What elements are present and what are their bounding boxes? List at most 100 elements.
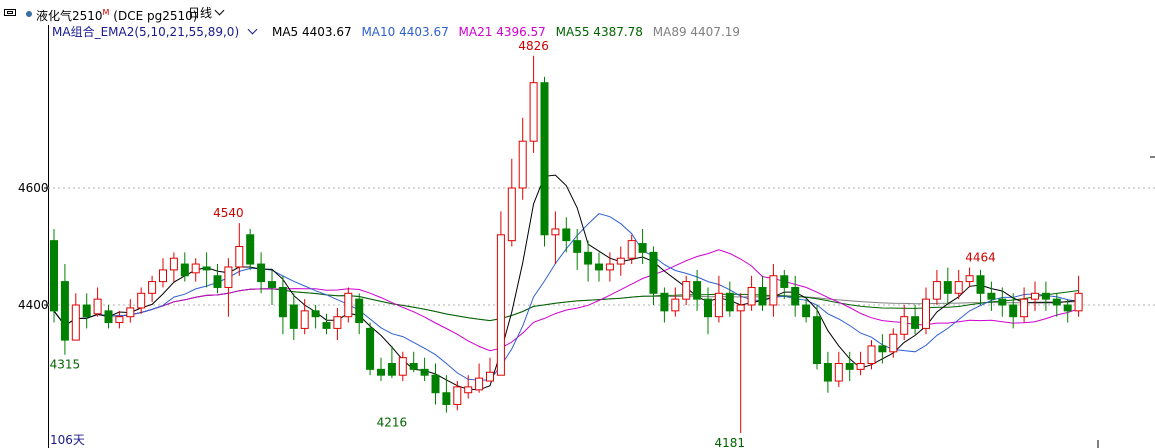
candle-up	[224, 266, 233, 288]
candle-up	[627, 240, 636, 259]
candle-up	[191, 263, 200, 274]
candle-down	[540, 82, 549, 236]
candle-up	[1020, 298, 1029, 318]
candle-down	[366, 327, 375, 370]
candle-up	[736, 304, 745, 312]
candle-down	[213, 275, 222, 288]
candle-up	[475, 377, 484, 391]
candle-up	[682, 281, 691, 300]
candle-down	[268, 281, 276, 288]
candle-up	[954, 281, 963, 294]
candle-up	[671, 298, 680, 312]
candle-up	[605, 263, 614, 271]
candle-up	[333, 316, 342, 329]
candle-down	[976, 275, 985, 294]
candle-up	[126, 307, 135, 318]
candle-down	[180, 263, 189, 277]
candle-down	[50, 240, 58, 312]
candle-up	[453, 386, 462, 405]
candle-up	[71, 304, 80, 341]
candle-up	[464, 386, 473, 394]
candle-down	[1063, 304, 1072, 312]
candle-up	[344, 292, 353, 318]
candle-up	[93, 298, 102, 315]
candle-down	[943, 281, 952, 294]
candle-down	[758, 286, 767, 306]
candle-up	[507, 187, 516, 242]
candle-down	[998, 298, 1007, 306]
candle-down	[322, 322, 331, 329]
high-price-label: 4826	[518, 39, 549, 53]
low-price-label: 4181	[715, 436, 746, 448]
candle-up	[834, 363, 843, 382]
candle-up	[932, 281, 941, 300]
candle-up	[889, 333, 898, 353]
candle-down	[278, 286, 287, 318]
candle-down	[638, 243, 647, 253]
candle-down	[1009, 304, 1018, 318]
candle-down	[693, 281, 702, 300]
candle-up	[714, 292, 723, 318]
high-price-label: 4464	[965, 251, 996, 265]
candle-up	[769, 275, 778, 306]
candle-down	[562, 228, 571, 242]
candle-down	[431, 374, 440, 394]
candle-down	[311, 310, 320, 318]
candle-down	[780, 275, 789, 288]
candle-up	[137, 292, 146, 309]
candle-up	[856, 363, 865, 370]
candle-down	[584, 251, 593, 265]
candle-up	[518, 140, 527, 189]
candle-down	[649, 251, 658, 294]
candle-down	[595, 263, 603, 271]
candle-up	[398, 357, 407, 376]
candle-down	[355, 298, 364, 324]
candle-down	[823, 363, 832, 382]
candle-down	[704, 298, 712, 318]
candle-up	[159, 269, 167, 283]
candle-down	[813, 316, 821, 365]
candle-down	[1052, 298, 1061, 306]
candle-down	[202, 266, 211, 271]
candle-down	[911, 316, 920, 329]
high-price-label: 4540	[213, 206, 244, 220]
candle-down	[387, 363, 396, 376]
candle-up	[529, 82, 538, 142]
candle-down	[878, 345, 887, 353]
candle-up	[169, 257, 178, 271]
candle-up	[235, 246, 244, 268]
candle-up	[616, 257, 625, 265]
candle-up	[115, 316, 124, 324]
candle-down	[257, 263, 266, 283]
candle-up	[486, 371, 494, 382]
candle-up	[551, 228, 560, 236]
candle-down	[660, 292, 669, 312]
candle-down	[60, 281, 69, 341]
candle-up	[922, 298, 930, 329]
days-count-label: 106天	[50, 433, 85, 447]
candlestick-chart[interactable]: 4600 4400 4826 4540 4464 4315 4216 4181 106天	[0, 0, 1155, 448]
candle-up	[1074, 292, 1083, 312]
candle-down	[409, 363, 418, 370]
candle-down	[377, 368, 385, 376]
candle-down	[442, 392, 451, 405]
candle-down	[82, 304, 91, 318]
y-tick-label: 4600	[18, 181, 49, 195]
candle-down	[845, 363, 854, 370]
candle-down	[420, 368, 429, 376]
candle-down	[987, 292, 996, 300]
candle-down	[1041, 292, 1050, 300]
candle-up	[747, 286, 756, 306]
candle-down	[289, 304, 298, 329]
candle-up	[900, 316, 909, 335]
candle-down	[104, 310, 113, 324]
candle-down	[802, 304, 811, 318]
candle-up	[148, 281, 157, 294]
candle-down	[725, 292, 734, 312]
candle-up	[965, 275, 974, 283]
candle-down	[791, 286, 800, 306]
candle-up	[867, 345, 876, 365]
ma5-line	[53, 174, 1079, 391]
candle-up	[300, 310, 309, 329]
y-tick-label: 4400	[18, 298, 49, 312]
